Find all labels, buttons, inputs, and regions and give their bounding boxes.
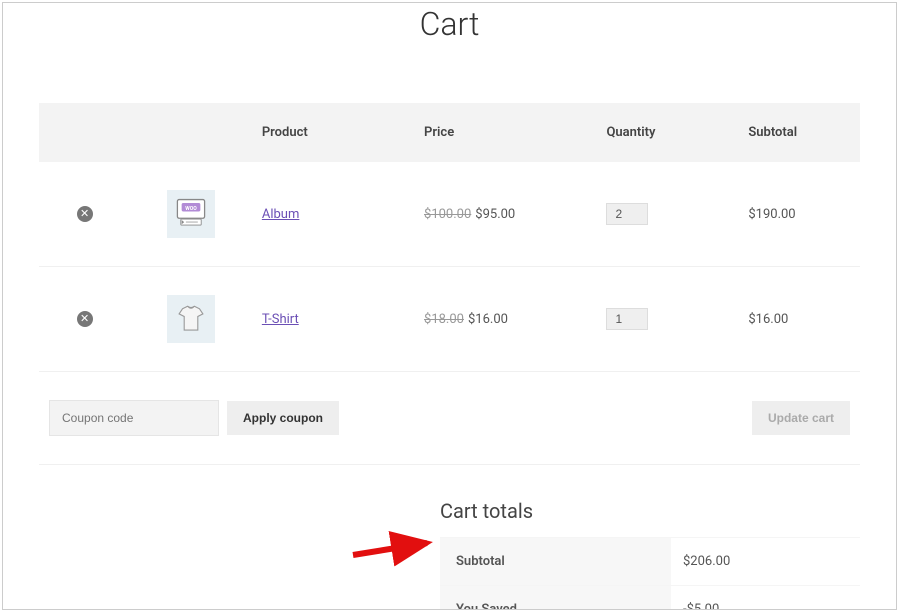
remove-item-button[interactable]: ✕ [77, 206, 93, 222]
totals-label: You Saved [440, 586, 671, 610]
quantity-stepper[interactable] [606, 203, 648, 225]
close-icon: ✕ [80, 209, 89, 220]
product-thumbnail[interactable] [167, 295, 215, 343]
cart-totals-heading: Cart totals [440, 499, 860, 523]
coupon-input[interactable] [49, 400, 219, 436]
tshirt-icon [174, 302, 208, 336]
price-original: $18.00 [424, 312, 464, 327]
row-subtotal: $190.00 [738, 162, 860, 267]
apply-coupon-button[interactable]: Apply coupon [227, 401, 339, 435]
price-sale: $95.00 [475, 207, 515, 222]
table-row: ✕ WOO [39, 162, 860, 267]
cart-totals: Cart totals Subtotal $206.00 You Saved -… [440, 499, 860, 610]
svg-text:WOO: WOO [185, 206, 197, 212]
totals-value: -$5.00 [671, 586, 860, 610]
header-price: Price [414, 103, 596, 162]
product-link[interactable]: T-Shirt [262, 312, 299, 327]
totals-label: Subtotal [440, 538, 671, 585]
product-thumbnail[interactable]: WOO [167, 190, 215, 238]
product-link[interactable]: Album [262, 207, 300, 222]
totals-row-subtotal: Subtotal $206.00 [440, 537, 860, 585]
header-quantity: Quantity [596, 103, 738, 162]
price-original: $100.00 [424, 207, 471, 222]
annotation-arrow-icon [349, 527, 439, 567]
header-product: Product [252, 103, 414, 162]
row-subtotal: $16.00 [738, 267, 860, 372]
quantity-stepper[interactable] [606, 308, 648, 330]
totals-value: $206.00 [671, 538, 860, 585]
price-sale: $16.00 [468, 312, 508, 327]
close-icon: ✕ [80, 314, 89, 325]
page-title: Cart [39, 5, 860, 43]
remove-item-button[interactable]: ✕ [77, 311, 93, 327]
album-icon: WOO [174, 197, 208, 231]
update-cart-button[interactable]: Update cart [752, 401, 850, 435]
cart-table: Product Price Quantity Subtotal ✕ [39, 103, 860, 465]
totals-row-saved: You Saved -$5.00 [440, 585, 860, 610]
header-subtotal: Subtotal [738, 103, 860, 162]
table-row: ✕ T-Shirt $18.00 $16.00 [39, 267, 860, 372]
